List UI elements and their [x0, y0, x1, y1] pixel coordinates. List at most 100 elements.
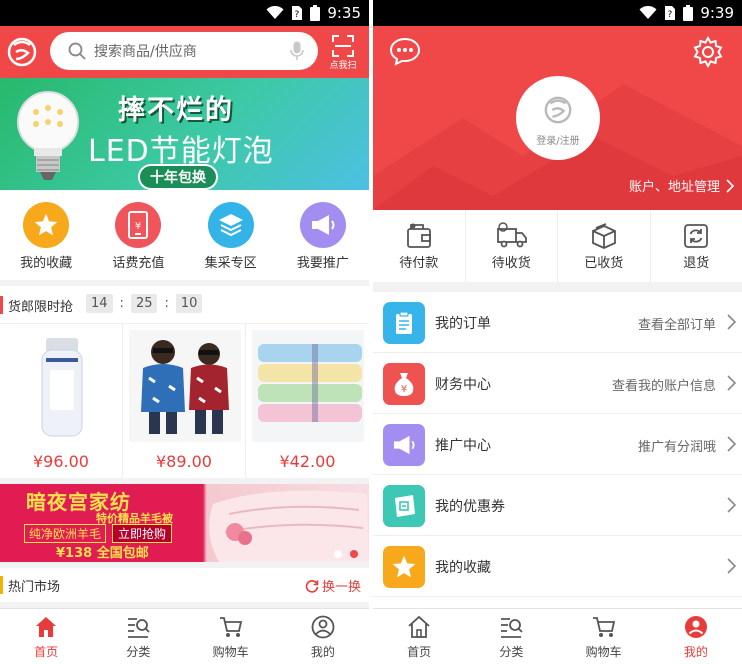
light-bulb-image — [17, 91, 79, 180]
refresh-icon — [305, 579, 319, 593]
microphone-icon[interactable] — [290, 41, 304, 61]
message-icon[interactable] — [389, 36, 421, 66]
refresh-button[interactable]: 换一换 — [305, 576, 361, 595]
order-received[interactable]: 已收货 — [558, 210, 651, 282]
promo-banner-bedding[interactable]: 暗夜宫家纺 特价精品羊毛被 纯净欧洲羊毛 立即抢购 ¥138 全国包邮 — [0, 484, 369, 562]
order-pending-payment[interactable]: 待付款 — [373, 210, 466, 282]
carousel-dot[interactable] — [350, 550, 358, 558]
menu-promotion[interactable]: 推广中心 推广有分润哦 — [373, 414, 742, 475]
countdown-timer: 14 : 25 : 10 — [86, 294, 203, 313]
flash-sale-header: 货郎限时抢 14 : 25 : 10 — [0, 286, 369, 324]
wifi-icon — [266, 6, 284, 19]
nav-label: 我的 — [683, 645, 708, 659]
quick-nav: 我的收藏 ¥ 话费充值 集采专区 我要推广 — [0, 190, 369, 280]
order-pending-receipt[interactable]: 待收货 — [466, 210, 558, 282]
banner-tag: 十年包换 — [138, 164, 218, 190]
user-icon — [311, 615, 335, 639]
product-price: ¥42.00 — [279, 452, 336, 471]
chevron-right-icon — [727, 436, 736, 452]
order-status-label: 已收货 — [584, 256, 624, 271]
star-icon — [34, 213, 58, 236]
nav-cart[interactable]: 购物车 — [185, 609, 277, 664]
bottom-nav: 首页 分类 购物车 我的 — [373, 608, 742, 664]
battery-icon — [683, 5, 694, 21]
product-image-lotion — [41, 338, 83, 437]
category-icon — [128, 618, 151, 638]
product-card[interactable]: ¥89.00 — [123, 324, 246, 478]
promo-carousel[interactable]: 摔不烂的 LED节能灯泡 十年包换 — [0, 78, 369, 190]
coupon-icon — [395, 495, 415, 517]
nav-cart[interactable]: 购物车 — [558, 609, 650, 664]
timer-hours: 14 — [86, 294, 113, 313]
menu-hint: 查看全部订单 — [637, 318, 716, 333]
phone-recharge-icon: ¥ — [128, 211, 149, 239]
menu-hint: 推广有分润哦 — [637, 440, 716, 455]
quick-nav-label: 我的收藏 — [20, 256, 73, 271]
order-status-label: 退货 — [683, 256, 710, 271]
no-sim-icon: ? — [665, 6, 676, 20]
nav-label: 购物车 — [212, 645, 249, 659]
quick-nav-favorites[interactable]: 我的收藏 — [0, 190, 92, 280]
status-time: 9:39 — [700, 4, 734, 22]
flash-sale-title: 货郎限时抢 — [8, 300, 74, 315]
timer-separator: : — [164, 296, 169, 311]
scan-icon — [332, 35, 354, 57]
search-placeholder: 搜索商品/供应商 — [94, 44, 197, 60]
nav-home[interactable]: 首页 — [0, 609, 92, 664]
menu-coupons[interactable]: 我的优惠券 — [373, 475, 742, 536]
product-price: ¥96.00 — [33, 452, 89, 471]
menu-hint: 查看我的账户信息 — [611, 379, 716, 394]
avatar[interactable]: 登录/注册 — [516, 76, 600, 160]
star-icon — [392, 555, 416, 578]
wifi-icon — [639, 6, 657, 19]
account-link-label: 账户、地址管理 — [628, 180, 720, 195]
product-price: ¥89.00 — [156, 452, 212, 471]
svg-text:¥: ¥ — [401, 384, 407, 395]
quick-nav-label: 集采专区 — [204, 256, 257, 271]
order-returns[interactable]: 退货 — [651, 210, 742, 282]
box-icon — [591, 223, 616, 249]
login-register-link[interactable]: 登录/注册 — [516, 132, 600, 147]
promo-price: ¥138 全国包邮 — [56, 546, 149, 561]
promo-tag: 纯净欧洲羊毛 — [24, 524, 107, 543]
scan-label: 点我扫 — [329, 61, 357, 71]
profile-screen: ? 9:39 登录/注册 账户、地址管理 待付款 待收货 已收货 退货 我的订单… — [373, 0, 742, 664]
battery-icon — [310, 5, 321, 21]
account-address-link[interactable]: 账户、地址管理 — [629, 176, 734, 195]
quick-nav-promote[interactable]: 我要推广 — [277, 190, 369, 280]
menu-title: 我的优惠券 — [435, 499, 505, 515]
quick-nav-bulk[interactable]: 集采专区 — [185, 190, 277, 280]
quick-nav-recharge[interactable]: ¥ 话费充值 — [92, 190, 184, 280]
layers-icon — [218, 214, 243, 237]
nav-category[interactable]: 分类 — [465, 609, 557, 664]
menu-finance[interactable]: ¥ 财务中心 查看我的账户信息 — [373, 353, 742, 414]
search-input[interactable]: 搜索商品/供应商 — [50, 32, 318, 70]
nav-me[interactable]: 我的 — [277, 609, 369, 664]
flash-sale-section: 货郎限时抢 14 : 25 : 10 ¥96.00 ¥89.00 ¥42.00 — [0, 286, 369, 478]
menu-my-orders[interactable]: 我的订单 查看全部订单 — [373, 292, 742, 353]
home-icon — [408, 615, 430, 638]
carousel-dot[interactable] — [334, 550, 342, 558]
truck-icon — [497, 222, 528, 248]
svg-text:¥: ¥ — [135, 221, 141, 232]
gear-icon[interactable] — [692, 36, 724, 68]
menu-favorites[interactable]: 我的收藏 — [373, 536, 742, 597]
return-icon — [684, 224, 709, 248]
product-card[interactable]: ¥96.00 — [0, 324, 123, 478]
banner-headline: 摔不烂的 — [118, 95, 234, 126]
timer-separator: : — [119, 296, 124, 311]
nav-category[interactable]: 分类 — [92, 609, 184, 664]
quick-nav-label: 我要推广 — [296, 256, 349, 271]
megaphone-icon — [311, 215, 335, 235]
hot-market-title: 热门市场 — [8, 580, 61, 595]
no-sim-icon: ? — [292, 6, 303, 20]
nav-me[interactable]: 我的 — [650, 609, 742, 664]
hot-market-header: 热门市场 换一换 — [0, 568, 369, 602]
logo-icon[interactable] — [6, 35, 38, 69]
scan-button[interactable]: 点我扫 — [323, 32, 363, 72]
nav-home[interactable]: 首页 — [373, 609, 465, 664]
nav-label: 分类 — [126, 645, 151, 659]
product-list: ¥96.00 ¥89.00 ¥42.00 — [0, 324, 369, 478]
product-card[interactable]: ¥42.00 — [246, 324, 369, 478]
promo-buy-button[interactable]: 立即抢购 — [112, 524, 173, 543]
